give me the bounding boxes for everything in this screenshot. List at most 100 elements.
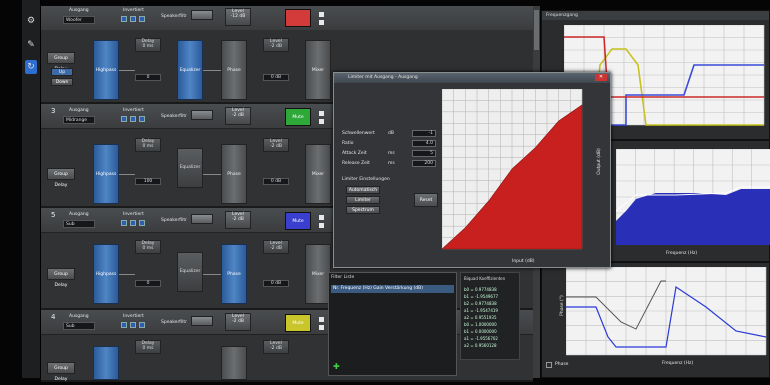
level-field[interactable]: 0 dB — [263, 280, 289, 287]
list-item-selected[interactable]: Nr. Frequenz (Hz) Gain Verstärkung (dB) — [331, 285, 454, 293]
level-control[interactable]: Level -2 dB — [225, 211, 251, 229]
invert-checkbox[interactable] — [130, 116, 136, 122]
threshold-field[interactable]: -1 — [412, 130, 436, 137]
signal-line — [119, 70, 135, 71]
group-delay-button[interactable]: Group Delay — [47, 362, 75, 382]
invert-checkbox[interactable] — [139, 116, 145, 122]
ausgang-field[interactable]: Woofer — [63, 16, 95, 24]
delay-control[interactable]: Delay 0 ms — [135, 138, 161, 152]
level-control[interactable]: Level -2 dB — [263, 38, 289, 52]
mute-button[interactable]: Mute — [285, 108, 311, 126]
stepper-up[interactable]: Up — [51, 68, 73, 76]
close-icon[interactable]: ✕ — [595, 74, 607, 81]
scrollbar-thumb[interactable] — [534, 10, 539, 50]
dialog-title: Limiter mit Ausgang - Ausgang — [348, 75, 418, 80]
threshold-unit: dB — [388, 131, 394, 136]
stepper-down[interactable]: Down — [51, 78, 73, 86]
mute-indicator — [319, 12, 324, 17]
wrench-icon[interactable]: ✎ — [25, 38, 37, 52]
coef-line: b0 = 1.0000000 — [464, 322, 497, 327]
delay-control[interactable]: Delay 0 ms — [135, 340, 161, 354]
mixer-block[interactable]: Mixer — [305, 144, 331, 204]
highpass-block[interactable]: Highpass — [93, 144, 119, 204]
highpass-block[interactable]: Highpass — [93, 244, 119, 304]
plus-icon[interactable]: ✚ — [333, 363, 340, 371]
level-value: -2 dB — [270, 346, 282, 351]
level-value: -2 dB — [270, 144, 282, 149]
spectrum-button[interactable]: Spectrum — [346, 206, 380, 214]
level-control[interactable]: Level -2 dB — [225, 313, 251, 331]
mixer-block[interactable]: Mixer — [305, 40, 331, 100]
level-control[interactable]: Level -2 dB — [225, 107, 251, 125]
ausgang-field[interactable]: Sub — [63, 220, 95, 228]
group-delay-button[interactable]: Group Delay — [47, 168, 75, 188]
highpass-block[interactable] — [93, 346, 119, 380]
level-field[interactable]: 0 dB — [263, 74, 289, 81]
ausgang-label: Ausgang — [69, 8, 89, 13]
mute-button[interactable]: Mute — [285, 314, 311, 332]
phase-label: Phase — [227, 272, 241, 277]
group-delay-button[interactable]: Group Delay — [47, 52, 75, 72]
gear-icon[interactable]: ⚙ — [25, 14, 37, 28]
phase-block[interactable]: Phase — [221, 144, 247, 204]
equalizer-block[interactable]: Equalizer — [177, 148, 203, 188]
equalizer-block[interactable]: Equalizer — [177, 252, 203, 292]
invert-checkbox[interactable] — [139, 220, 145, 226]
speaker-button[interactable] — [191, 316, 213, 326]
mute-button[interactable] — [285, 9, 311, 27]
auto-button[interactable]: Automatisch — [346, 186, 380, 194]
delay-field[interactable]: 0 — [135, 74, 161, 81]
invert-checkbox[interactable] — [121, 16, 127, 22]
delay-control[interactable]: Delay 0 ms — [135, 38, 161, 52]
mute-button[interactable]: Mute — [285, 212, 311, 230]
level-value: -2 dB — [232, 113, 244, 118]
attack-field[interactable]: 5 — [412, 150, 436, 157]
reset-button[interactable]: Reset — [414, 193, 438, 207]
delay-value: 0 ms — [142, 246, 154, 251]
level-value: -2 dB — [232, 217, 244, 222]
delay-field[interactable]: 0 — [135, 280, 161, 287]
level-control[interactable]: Level -2 dB — [263, 240, 289, 254]
phase-checkbox[interactable] — [546, 362, 552, 368]
magnitude-xlabel: Frequenz (Hz) — [666, 251, 698, 256]
group-delay-button[interactable]: Group Delay — [47, 268, 75, 288]
delay-value: 0 ms — [142, 346, 154, 351]
speaker-button[interactable] — [191, 214, 213, 224]
release-field[interactable]: 200 — [412, 160, 436, 167]
equalizer-block[interactable]: Equalizer — [177, 40, 203, 100]
highpass-block[interactable]: Highpass — [93, 40, 119, 100]
limiter-button[interactable]: Limiter — [346, 196, 380, 204]
link-icon[interactable]: ↻ — [25, 60, 37, 74]
speaker-button[interactable] — [191, 110, 213, 120]
ausgang-field[interactable]: Sub — [63, 322, 95, 330]
invert-checkbox[interactable] — [130, 220, 136, 226]
mute-indicator — [319, 119, 324, 124]
level-control[interactable]: Level -2 dB — [263, 138, 289, 152]
phase-block[interactable]: Phase — [221, 40, 247, 100]
level-field[interactable]: 0 dB — [263, 178, 289, 185]
invert-checkbox[interactable] — [121, 322, 127, 328]
magnitude-panel: Frequenz (Hz) — [595, 140, 770, 262]
delay-control[interactable]: Delay 0 ms — [135, 240, 161, 254]
equalizer-label: Equalizer — [179, 165, 201, 170]
phase-chart — [566, 267, 767, 356]
ausgang-field[interactable]: Midrange — [63, 116, 95, 124]
invert-checkbox[interactable] — [130, 322, 136, 328]
phase-block[interactable] — [221, 346, 247, 380]
phase-block[interactable]: Phase — [221, 244, 247, 304]
highpass-label: Highpass — [95, 172, 117, 177]
invert-checkbox[interactable] — [139, 16, 145, 22]
filter-list[interactable]: Filter Liste Nr. Frequenz (Hz) Gain Vers… — [328, 272, 457, 376]
speaker-button[interactable] — [191, 10, 213, 20]
delay-field[interactable]: 100 — [135, 178, 161, 185]
ratio-field[interactable]: 4.0 — [412, 140, 436, 147]
coef-line: a1 = -1.9556702 — [464, 336, 498, 341]
mixer-label: Mixer — [311, 172, 325, 177]
invert-checkbox[interactable] — [121, 220, 127, 226]
level-control[interactable]: Level -12 dB — [225, 8, 251, 26]
invert-checkbox[interactable] — [121, 116, 127, 122]
level-control[interactable]: Level -2 dB — [263, 340, 289, 354]
mute-label: Mute — [292, 321, 304, 326]
invert-checkbox[interactable] — [139, 322, 145, 328]
invert-checkbox[interactable] — [130, 16, 136, 22]
